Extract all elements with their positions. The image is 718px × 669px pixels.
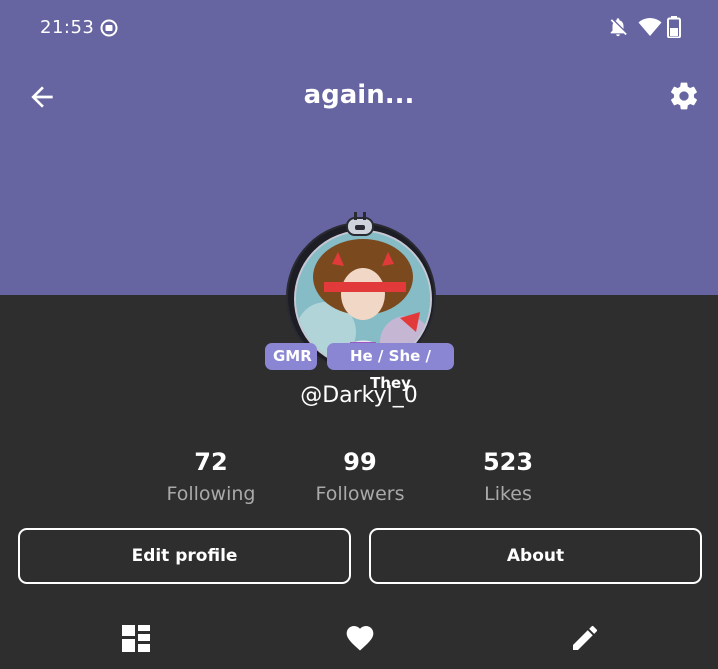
followers-label: Followers [315, 483, 405, 505]
status-bar: 21:53 [0, 0, 718, 56]
stat-following[interactable]: 72 Following [141, 447, 281, 511]
about-button[interactable]: About [369, 528, 702, 584]
grid-icon[interactable] [120, 622, 152, 654]
followers-count: 99 [343, 448, 377, 476]
pencil-icon[interactable] [569, 622, 601, 654]
pronouns-badge: He / She / They [327, 343, 454, 392]
bell-off-icon [610, 18, 627, 37]
gmr-badge: GMR [265, 343, 317, 370]
heart-icon[interactable] [344, 622, 376, 654]
likes-label: Likes [484, 483, 532, 505]
likes-count: 523 [482, 448, 534, 476]
stat-followers[interactable]: 99 Followers [290, 447, 430, 511]
wifi-icon [638, 18, 662, 36]
status-time: 21:53 [40, 17, 95, 38]
stat-likes: 523 Likes [438, 447, 578, 511]
frame-ornament-icon [346, 212, 374, 236]
media-indicator-icon [100, 19, 118, 37]
gear-icon[interactable] [668, 80, 700, 112]
edit-profile-button[interactable]: Edit profile [18, 528, 351, 584]
username: @Darkyl_0 [300, 383, 418, 408]
following-label: Following [166, 483, 256, 505]
page-title: again... [303, 80, 415, 110]
battery-icon [667, 16, 681, 38]
following-count: 72 [194, 448, 228, 476]
